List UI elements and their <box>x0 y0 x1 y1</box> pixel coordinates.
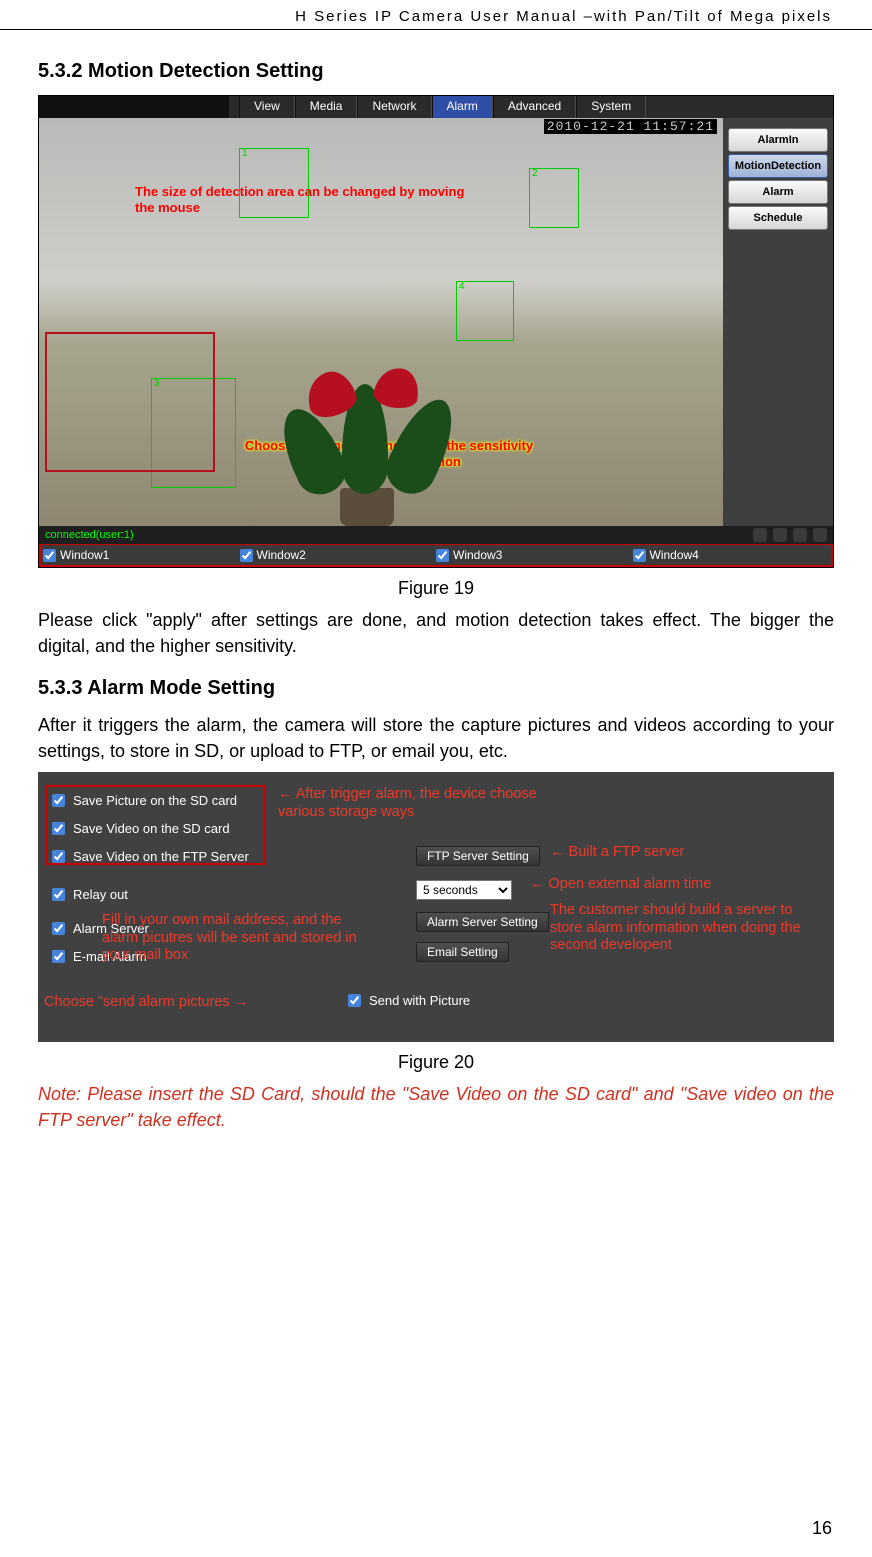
chk-relay[interactable] <box>52 888 65 901</box>
section-533-title: 5.3.3 Alarm Mode Setting <box>38 677 834 700</box>
status-bar: connected(user:1) <box>39 526 833 544</box>
page-number: 16 <box>812 1518 832 1539</box>
email-setting-button[interactable]: Email Setting <box>416 942 509 962</box>
running-header: H Series IP Camera User Manual –with Pan… <box>0 0 872 30</box>
note-20: Note: Please insert the SD Card, should … <box>38 1081 834 1133</box>
win4-checkbox[interactable] <box>633 549 646 562</box>
figure-20: Save Picture on the SD card Save Video o… <box>38 772 834 1042</box>
paragraph-19: Please click "apply" after settings are … <box>38 607 834 659</box>
figure-20-caption: Figure 20 <box>38 1052 834 1073</box>
win3-label: Window3 <box>453 548 502 562</box>
logo-area <box>39 96 229 118</box>
nav-view[interactable]: View <box>239 96 295 118</box>
annot-relay: ← Open external alarm time <box>530 876 770 893</box>
figure-19-caption: Figure 19 <box>38 578 834 599</box>
chk-alarm-server[interactable] <box>52 922 65 935</box>
lbl-send-pic: Send with Picture <box>369 993 470 1008</box>
annot-trigger: After trigger alarm, the device choose v… <box>278 786 537 819</box>
chk-email[interactable] <box>52 950 65 963</box>
sidebar-alarmin[interactable]: AlarmIn <box>728 128 828 152</box>
detection-box-3[interactable]: 3 <box>151 378 236 488</box>
win3-checkbox[interactable] <box>436 549 449 562</box>
win2-label: Window2 <box>257 548 306 562</box>
chk-send-pic[interactable] <box>348 994 361 1007</box>
lbl-save-vid-ftp: Save Video on the FTP Server <box>73 849 249 864</box>
windows-row: Window1 Window2 Window3 Window4 <box>39 544 833 567</box>
paragraph-533: After it triggers the alarm, the camera … <box>38 712 834 764</box>
detection-box-2[interactable]: 2 <box>529 168 579 228</box>
annot-email: Fill in your own mail address, and the a… <box>102 912 370 964</box>
record-icon[interactable] <box>773 528 787 542</box>
section-532-title: 5.3.2 Motion Detection Setting <box>38 60 834 83</box>
nav-media[interactable]: Media <box>295 96 358 118</box>
relay-seconds-select[interactable]: 5 seconds <box>416 880 512 900</box>
nav-advanced[interactable]: Advanced <box>493 96 576 118</box>
right-sidebar: AlarmIn MotionDetection Alarm Schedule <box>723 118 833 526</box>
sidebar-schedule[interactable]: Schedule <box>728 206 828 230</box>
annot-ftp: ← Built a FTP server <box>550 844 684 861</box>
sidebar-alarm[interactable]: Alarm <box>728 180 828 204</box>
chk-save-vid-sd[interactable] <box>52 822 65 835</box>
ftp-setting-button[interactable]: FTP Server Setting <box>416 846 540 866</box>
figure-19: View Media Network Alarm Advanced System… <box>38 95 834 568</box>
nav-alarm[interactable]: Alarm <box>432 96 493 118</box>
sidebar-motiondetection[interactable]: MotionDetection <box>728 154 828 178</box>
lbl-save-vid-sd: Save Video on the SD card <box>73 821 230 836</box>
nav-system[interactable]: System <box>576 96 646 118</box>
alarm-server-setting-button[interactable]: Alarm Server Setting <box>416 912 549 932</box>
chk-save-vid-ftp[interactable] <box>52 850 65 863</box>
arrow-icon: ← <box>278 786 293 802</box>
snapshot-icon[interactable] <box>753 528 767 542</box>
plant-decoration <box>247 336 487 526</box>
annot-sendpic: Choose "send alarm pictures → <box>44 994 248 1011</box>
annotation-size: The size of detection area can be change… <box>135 184 465 217</box>
chk-save-pic-sd[interactable] <box>52 794 65 807</box>
win1-checkbox[interactable] <box>43 549 56 562</box>
win4-label: Window4 <box>650 548 699 562</box>
nav-network[interactable]: Network <box>357 96 431 118</box>
status-text: connected(user:1) <box>45 529 134 541</box>
volume-icon[interactable] <box>793 528 807 542</box>
win2-checkbox[interactable] <box>240 549 253 562</box>
annot-alarmserver: The customer should build a server to st… <box>550 902 802 954</box>
mic-icon[interactable] <box>813 528 827 542</box>
video-timestamp: 2010-12-21 11:57:21 <box>544 119 717 134</box>
win1-label: Window1 <box>60 548 109 562</box>
detection-box-4[interactable]: 4 <box>456 281 514 341</box>
lbl-save-pic-sd: Save Picture on the SD card <box>73 793 237 808</box>
lbl-relay: Relay out <box>73 887 128 902</box>
video-preview: 2010-12-21 11:57:21 1 2 4 3 The size of … <box>39 118 723 526</box>
status-icons <box>753 528 827 542</box>
